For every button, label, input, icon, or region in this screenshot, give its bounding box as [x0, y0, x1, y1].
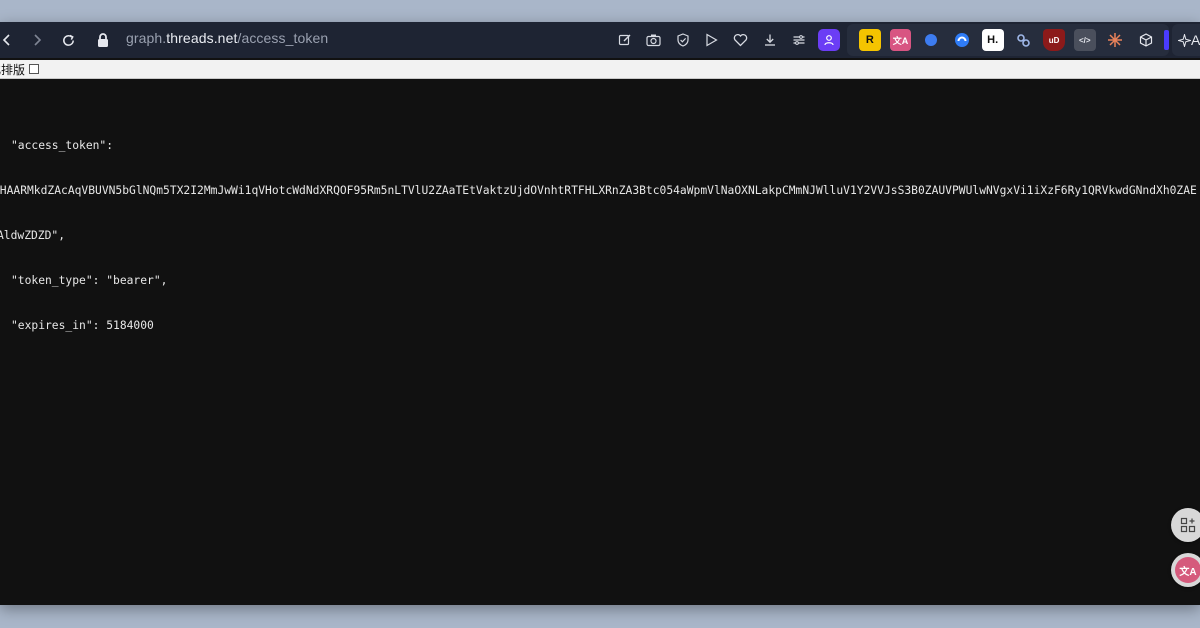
- apps-grid-icon: [1180, 517, 1196, 533]
- ublock-extension-button[interactable]: uD: [1043, 29, 1065, 51]
- chevron-left-icon: [2, 34, 10, 46]
- link-icon: [1017, 33, 1030, 47]
- url-host: threads.net: [166, 30, 238, 46]
- edit-icon: [618, 34, 630, 46]
- json-line-token-value: THAARMkdZAcAqVBUVN5bGlNQm5TX2I2MmJwWi1qV…: [0, 183, 1200, 198]
- play-button[interactable]: [699, 27, 724, 53]
- play-icon: [706, 33, 718, 47]
- downloads-button[interactable]: [757, 27, 782, 53]
- ai-assistant-button[interactable]: A: [1172, 24, 1200, 56]
- url-path: /access_token: [237, 30, 329, 46]
- translate-extension-button[interactable]: 文A: [889, 29, 912, 51]
- profile-button[interactable]: [818, 29, 840, 51]
- camera-icon: [646, 34, 661, 47]
- floating-apps-button[interactable]: [1171, 508, 1200, 542]
- reload-button[interactable]: [53, 25, 83, 55]
- browser-window: graph.threads.net/access_token R 文A H. u…: [0, 22, 1200, 605]
- heart-icon: [733, 33, 748, 47]
- reload-icon: [62, 34, 74, 46]
- json-line-token-type: "token_type": "bearer",: [11, 274, 168, 287]
- cube-icon: [1140, 33, 1153, 47]
- extensions-bar: R 文A H. uD </>: [847, 24, 1169, 56]
- json-line-access-token-key: "access_token":: [11, 139, 114, 152]
- edge-extension-button[interactable]: [951, 29, 973, 51]
- sun-extension-button[interactable]: [1105, 29, 1127, 51]
- back-button[interactable]: [0, 25, 22, 55]
- favorite-button[interactable]: [728, 27, 753, 53]
- access-token-value-end: AldwZDZD",: [0, 229, 66, 242]
- pretty-print-checkbox[interactable]: [29, 64, 40, 74]
- floating-translate-button[interactable]: 文A: [1171, 553, 1200, 587]
- json-line-token-value-end: AldwZDZD",: [0, 228, 1200, 243]
- access-token-value: THAARMkdZAcAqVBUVN5bGlNQm5TX2I2MmJwWi1qV…: [0, 184, 1197, 197]
- pretty-print-bar: 化排版: [0, 60, 1200, 79]
- settings-button[interactable]: [786, 27, 811, 53]
- blue-circle-icon: [925, 34, 938, 46]
- blue-dot-extension-button[interactable]: [920, 29, 942, 51]
- code-extension-button[interactable]: </>: [1073, 29, 1096, 51]
- extensions-accent-bar: [1164, 30, 1169, 50]
- ai-label: A: [1191, 32, 1200, 48]
- sliders-icon: [793, 35, 804, 45]
- cube-extension-button[interactable]: [1135, 29, 1157, 51]
- shield-check-icon: [676, 33, 689, 47]
- forward-button[interactable]: [22, 25, 52, 55]
- sunburst-icon: [1108, 33, 1123, 47]
- browser-toolbar: graph.threads.net/access_token R 文A H. u…: [0, 22, 1200, 58]
- user-icon: [824, 35, 834, 46]
- translate-float-icon: 文A: [1175, 557, 1200, 583]
- json-content: "access_token": THAARMkdZAcAqVBUVN5bGlNQ…: [0, 108, 1200, 363]
- shield-button[interactable]: [670, 27, 695, 53]
- url-prefix: graph.: [126, 30, 167, 46]
- r-extension-icon: R: [865, 34, 874, 46]
- chevron-right-icon: [34, 34, 42, 46]
- pretty-print-label: 化排版: [0, 62, 26, 77]
- download-icon: [764, 34, 775, 46]
- json-line-expires-in: "expires_in": 5184000: [11, 319, 154, 332]
- link-extension-button[interactable]: [1013, 29, 1035, 51]
- swirl-icon: [954, 33, 969, 47]
- ublock-icon: uD: [1048, 35, 1060, 45]
- code-icon: </>: [1078, 35, 1091, 45]
- h-extension-button[interactable]: H.: [981, 29, 1004, 51]
- address-bar[interactable]: graph.threads.net/access_token: [126, 30, 328, 46]
- lock-icon[interactable]: [94, 31, 112, 49]
- toolbar-actions: [612, 27, 840, 53]
- r-extension-button[interactable]: R: [859, 29, 881, 51]
- sparkle-icon: [1178, 33, 1191, 47]
- edit-button[interactable]: [612, 27, 637, 53]
- h-extension-icon: H.: [987, 34, 999, 46]
- translate-icon: 文A: [892, 35, 909, 46]
- screenshot-button[interactable]: [641, 27, 666, 53]
